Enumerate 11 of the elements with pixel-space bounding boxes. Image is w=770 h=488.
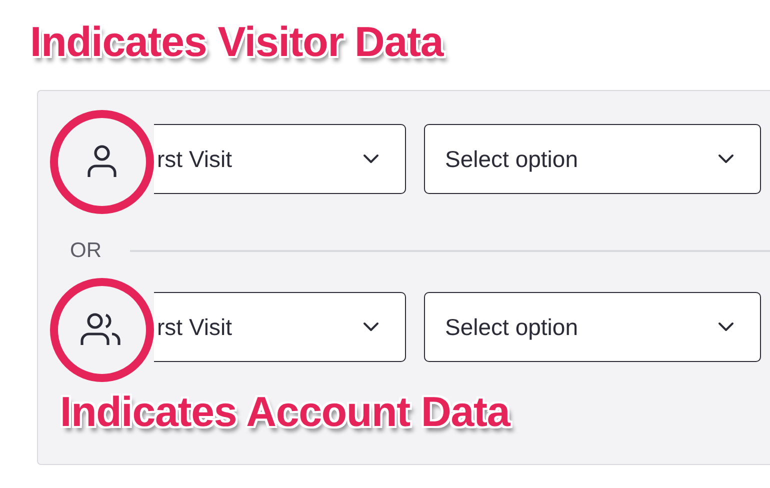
- annotation-label: Indicates Account Data: [60, 387, 510, 437]
- chevron-down-icon: [718, 154, 734, 164]
- dropdown[interactable]: rst Visit: [154, 292, 406, 362]
- annotation-label: Indicates Visitor Data: [30, 17, 444, 67]
- dropdown[interactable]: rst Visit: [154, 124, 406, 194]
- chevron-down-icon: [718, 322, 734, 332]
- chevron-down-icon: [363, 322, 379, 332]
- chevron-down-icon: [363, 154, 379, 164]
- separator-label: OR: [70, 239, 102, 263]
- dropdown[interactable]: Select option: [424, 124, 761, 194]
- dropdown[interactable]: Select option: [424, 292, 761, 362]
